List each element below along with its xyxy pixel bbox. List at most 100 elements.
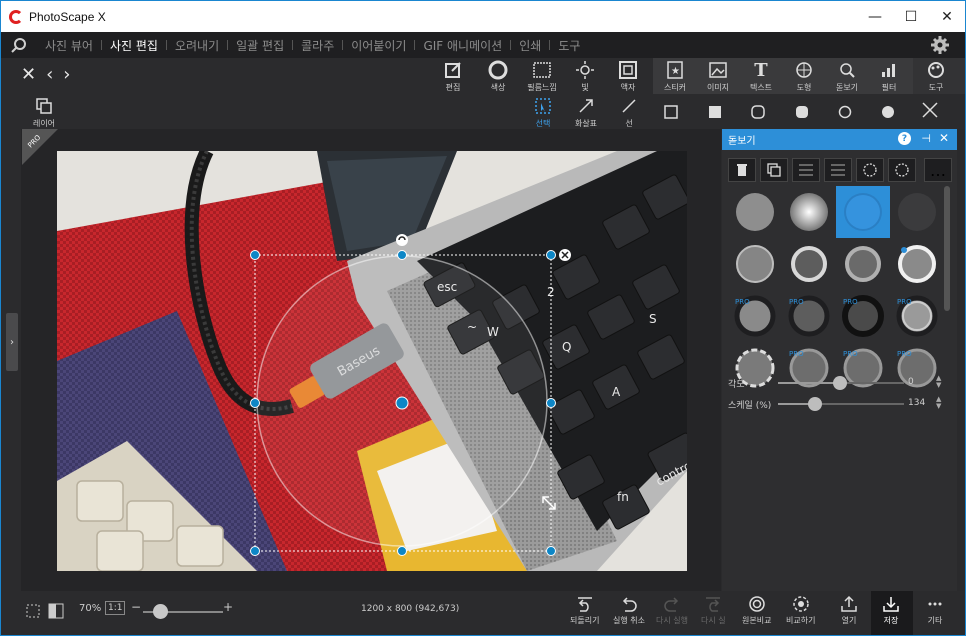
scale-spinner[interactable]: ▲ ▼ xyxy=(936,396,941,410)
bring-forward-icon[interactable] xyxy=(792,158,820,182)
tool-light[interactable]: 빛 xyxy=(564,60,606,94)
compare-view-icon[interactable] xyxy=(48,603,64,623)
tool-filter[interactable]: 필터 xyxy=(868,60,910,94)
tool-film[interactable]: 필름느낌 xyxy=(521,60,563,94)
delete-icon[interactable] xyxy=(728,158,756,182)
tool-color[interactable]: 색상 xyxy=(477,60,519,94)
rounded-rectangle-filled-icon[interactable] xyxy=(795,104,809,123)
close-object-icon[interactable] xyxy=(922,102,938,122)
open-button[interactable]: 열기 xyxy=(840,595,858,626)
zoom-level[interactable]: 70% xyxy=(79,603,101,614)
style-option[interactable] xyxy=(728,238,782,290)
style-option[interactable]: PRO xyxy=(890,290,942,342)
light-icon xyxy=(575,60,595,80)
angle-slider[interactable] xyxy=(778,376,904,390)
expand-sidebar-button[interactable]: › xyxy=(6,313,18,371)
pin-icon[interactable]: ⊣ xyxy=(921,132,931,145)
panel-close-icon[interactable]: ✕ xyxy=(939,131,949,145)
save-button[interactable]: 저장 xyxy=(882,595,900,626)
menu-print[interactable]: 인쇄 xyxy=(511,37,549,54)
rectangle-outline-icon[interactable] xyxy=(664,104,678,123)
style-option[interactable] xyxy=(782,238,836,290)
minimize-button[interactable]: — xyxy=(857,1,893,32)
rotate-left-icon[interactable] xyxy=(856,158,884,182)
tool-image[interactable]: 이미지 xyxy=(697,60,739,94)
previous-icon[interactable]: ‹ xyxy=(46,64,53,85)
select-tool[interactable]: 선택 xyxy=(522,96,564,130)
photo-canvas[interactable]: esc ~ W Q A S 2 fn control Baseus xyxy=(57,151,687,571)
style-option[interactable] xyxy=(782,186,836,238)
rounded-rectangle-outline-icon[interactable] xyxy=(751,104,765,123)
menu-photo-editor[interactable]: 사진 편집 xyxy=(102,37,166,54)
layer-button[interactable]: 레이어 xyxy=(23,96,65,130)
angle-slider-knob[interactable] xyxy=(833,376,847,390)
revert-button[interactable]: 되돌리기 xyxy=(570,595,599,626)
zoom-slider[interactable] xyxy=(143,604,223,619)
zoom-in-button[interactable]: + xyxy=(223,600,233,614)
style-option[interactable]: PRO xyxy=(836,290,890,342)
redo-button[interactable]: 다시 실행 xyxy=(656,595,688,626)
style-option[interactable] xyxy=(728,186,782,238)
style-option[interactable]: PRO xyxy=(782,290,836,342)
compare-button[interactable]: 비교하기 xyxy=(786,595,815,626)
next-icon[interactable]: › xyxy=(63,64,70,85)
style-option-selected[interactable] xyxy=(836,186,890,238)
circle-outline-icon[interactable] xyxy=(838,104,852,123)
frame-icon xyxy=(619,60,637,80)
tool-tools[interactable]: 도구 xyxy=(915,60,957,94)
tool-sticker[interactable]: ★ 스티커 xyxy=(654,60,696,94)
original-compare-button[interactable]: 원본비교 xyxy=(742,595,771,626)
rectangle-filled-icon[interactable] xyxy=(708,104,722,123)
tool-text[interactable]: T 텍스트 xyxy=(740,60,782,94)
tool-magnifier[interactable]: 돋보기 xyxy=(826,60,868,94)
undo-button[interactable]: 실행 취소 xyxy=(613,595,645,626)
menu-batch[interactable]: 일괄 편집 xyxy=(228,37,292,54)
zoom-out-button[interactable]: − xyxy=(131,600,141,614)
shape-icon xyxy=(795,60,813,80)
actual-size-button[interactable]: 1:1 xyxy=(105,601,126,615)
circle-filled-icon[interactable] xyxy=(881,104,895,123)
scale-slider[interactable] xyxy=(778,397,904,411)
zoom-slider-knob[interactable] xyxy=(153,604,168,619)
save-icon xyxy=(883,597,899,612)
pro-badge: PRO xyxy=(22,129,58,165)
redo-all-button[interactable]: 다시 실 xyxy=(701,595,726,626)
menu-gif[interactable]: GIF 애니메이션 xyxy=(415,37,510,54)
close-editor-icon[interactable]: ✕ xyxy=(21,64,36,85)
menu-tools[interactable]: 도구 xyxy=(550,37,588,54)
fit-icon[interactable] xyxy=(25,603,41,623)
style-option[interactable] xyxy=(890,238,942,290)
tool-shape[interactable]: 도형 xyxy=(783,60,825,94)
grid-scrollbar[interactable] xyxy=(944,186,950,311)
angle-value[interactable]: 0 xyxy=(908,377,934,387)
svg-text:PRO: PRO xyxy=(789,350,804,358)
maximize-button[interactable]: ☐ xyxy=(893,1,929,32)
send-backward-icon[interactable] xyxy=(824,158,852,182)
window-title: PhotoScape X xyxy=(29,9,106,24)
more-actions-button[interactable]: 기타 xyxy=(926,595,944,626)
search-icon[interactable] xyxy=(1,32,37,58)
tool-edit[interactable]: 편집 xyxy=(432,60,474,94)
style-option[interactable] xyxy=(836,238,890,290)
duplicate-icon[interactable] xyxy=(760,158,788,182)
menu-combine[interactable]: 이어붙이기 xyxy=(343,37,414,54)
style-option[interactable] xyxy=(890,186,942,238)
scale-slider-knob[interactable] xyxy=(808,397,822,411)
menu-cut-out[interactable]: 오려내기 xyxy=(167,37,227,54)
arrow-tool[interactable]: 화살표 xyxy=(565,96,607,130)
gear-icon[interactable] xyxy=(931,36,949,54)
menu-photo-viewer[interactable]: 사진 뷰어 xyxy=(37,37,101,54)
close-button[interactable]: ✕ xyxy=(929,1,965,32)
menu-collage[interactable]: 콜라주 xyxy=(293,37,342,54)
style-option[interactable]: PRO xyxy=(728,290,782,342)
scale-value[interactable]: 134 xyxy=(908,398,934,408)
tool-frame[interactable]: 액자 xyxy=(607,60,649,94)
more-button[interactable]: … xyxy=(924,158,952,182)
scale-label: 스케일 (%) xyxy=(728,401,772,411)
rotate-right-icon[interactable] xyxy=(888,158,916,182)
line-tool[interactable]: 선 xyxy=(608,96,650,130)
angle-spinner[interactable]: ▲ ▼ xyxy=(936,375,941,389)
help-icon[interactable]: ? xyxy=(898,132,911,145)
app-window: PhotoScape X — ☐ ✕ 사진 뷰어 사진 편집 오려내기 일괄 편… xyxy=(0,0,966,636)
open-icon xyxy=(841,595,857,612)
